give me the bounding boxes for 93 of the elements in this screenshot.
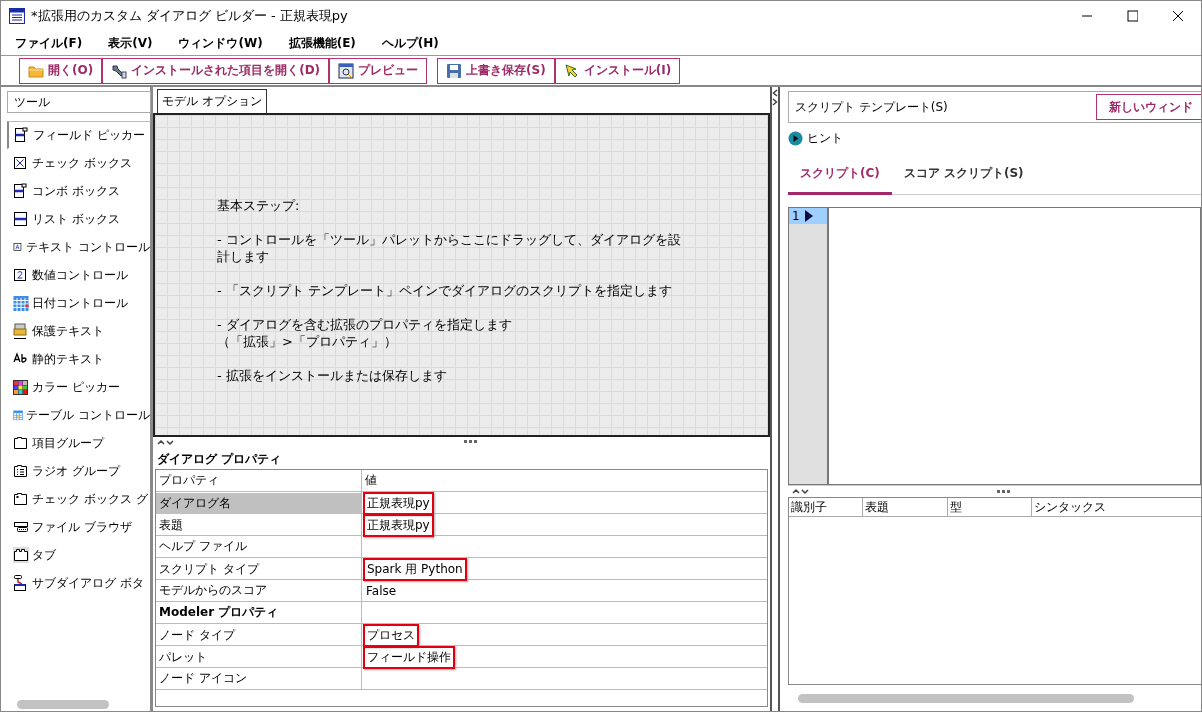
property-value[interactable]: 正規表現py: [363, 514, 434, 537]
property-name[interactable]: ヘルプ ファイル: [156, 536, 361, 557]
collapse-icon[interactable]: [157, 438, 175, 446]
new-window-button[interactable]: 新しいウィンド: [1096, 94, 1201, 120]
instruction-text: 基本ステップ:: [217, 197, 301, 214]
collapse-icon[interactable]: [792, 488, 810, 495]
column-header: 型: [947, 498, 1031, 516]
tab[interactable]: モデル オプション: [157, 89, 267, 113]
column-header: 表題: [862, 498, 947, 516]
calendar-icon: [13, 295, 29, 311]
property-value[interactable]: False: [366, 583, 397, 598]
picker-icon: [13, 183, 29, 199]
collapse-icon[interactable]: [772, 89, 778, 107]
property-name[interactable]: ダイアログ名: [156, 493, 361, 514]
tool-item[interactable]: カラー ピッカー: [7, 373, 151, 401]
property-value[interactable]: Spark 用 Python: [363, 558, 467, 581]
scrollbar-thumb[interactable]: [798, 693, 1134, 703]
toolbar-button[interactable]: インストール(I): [554, 57, 681, 84]
maximize-icon[interactable]: [1126, 10, 1138, 22]
tab-icon: [13, 547, 29, 563]
property-name[interactable]: Modeler プロパティ: [156, 602, 361, 623]
grip-icon[interactable]: [463, 440, 478, 444]
tab[interactable]: スコア スクリプト(S): [891, 154, 1036, 195]
tool-item[interactable]: 数値コントロール: [7, 261, 151, 289]
color-grid-icon: [13, 379, 29, 395]
column-header: 値: [361, 470, 767, 491]
code-editor[interactable]: 1: [788, 207, 1201, 485]
property-value[interactable]: プロセス: [363, 624, 419, 647]
list-icon: [13, 211, 29, 227]
radio-group-icon: [13, 463, 29, 479]
toolbar-button[interactable]: 開く(O): [19, 57, 103, 84]
tool-item[interactable]: 静的テキスト: [7, 345, 151, 373]
search-field[interactable]: ツール: [7, 91, 151, 113]
property-name[interactable]: モデルからのスコア: [156, 580, 361, 601]
panel-title: スクリプト テンプレート(S): [795, 98, 948, 116]
toolbar-button[interactable]: プレビュー: [329, 57, 428, 84]
grip-icon[interactable]: [996, 489, 1011, 494]
tool-item[interactable]: 日付コントロール: [7, 289, 151, 317]
property-name[interactable]: ノード タイプ: [156, 624, 361, 647]
section-title: ダイアログ プロパティ: [156, 451, 283, 468]
column-header: プロパティ: [158, 472, 220, 489]
instruction-text: - 拡張をインストールまたは保存します: [217, 367, 448, 384]
instruction-text: - ダイアログを含む拡張のプロパティを指定します （「拡張」>「プロパティ」）: [217, 316, 513, 350]
tool-item[interactable]: リスト ボックス: [7, 205, 151, 233]
play-icon[interactable]: [788, 130, 803, 146]
menu-item[interactable]: ヘルプ(H): [371, 34, 449, 52]
property-name[interactable]: ノード アイコン: [156, 668, 361, 689]
close-icon[interactable]: [1172, 10, 1184, 22]
menu-item[interactable]: ウィンドウ(W): [168, 34, 273, 52]
tool-item[interactable]: 保護テキスト: [7, 317, 151, 345]
menu-item[interactable]: ファイル(F): [5, 34, 93, 52]
lock-icon: [13, 323, 29, 339]
checkbox-group-icon: [13, 491, 29, 507]
checkbox-icon: [13, 155, 29, 171]
preview-icon: [338, 62, 355, 79]
tool-item[interactable]: ラジオ グループ: [7, 457, 151, 485]
file-browser-icon: [13, 519, 29, 535]
property-value[interactable]: フィールド操作: [363, 646, 455, 669]
property-name[interactable]: スクリプト タイプ: [156, 558, 361, 581]
column-header: シンタックス: [1031, 498, 1201, 516]
property-value[interactable]: 正規表現py: [363, 492, 434, 515]
tab[interactable]: スクリプト(C): [788, 154, 892, 195]
column-header: 識別子: [790, 498, 828, 516]
save-icon: [446, 62, 463, 79]
hint-toggle[interactable]: ヒント: [807, 129, 843, 147]
instruction-text: - コントロールを「ツール」パレットからここにドラッグして、ダイアログを設計します: [217, 231, 682, 265]
tool-item[interactable]: 項目グループ: [7, 429, 151, 457]
subdialog-icon: [13, 575, 29, 591]
menu-item[interactable]: 表示(V): [98, 34, 163, 52]
number-control-icon: [13, 267, 29, 283]
group-icon: [13, 435, 29, 451]
arrow-icon: [804, 210, 813, 222]
tool-item[interactable]: チェック ボックス: [7, 149, 151, 177]
menu-item[interactable]: 拡張機能(E): [278, 34, 366, 52]
wrench-icon: [111, 62, 128, 79]
app-icon: [9, 8, 25, 24]
line-number: 1: [792, 209, 800, 223]
window-title: *拡張用のカスタム ダイアログ ビルダー - 正規表現py: [31, 7, 349, 25]
tool-item[interactable]: タブ: [7, 541, 151, 569]
scrollbar-thumb[interactable]: [17, 699, 109, 709]
toolbar-button[interactable]: 上書き保存(S): [437, 57, 555, 84]
toolbar-button[interactable]: インストールされた項目を開く(D): [102, 57, 330, 84]
tool-item[interactable]: テキスト コントロール: [7, 233, 151, 261]
property-name[interactable]: 表題: [156, 514, 361, 537]
tool-item[interactable]: コンボ ボックス: [7, 177, 151, 205]
tool-item[interactable]: テーブル コントロール: [7, 401, 151, 429]
picker-icon: [14, 127, 30, 143]
property-name[interactable]: パレット: [156, 646, 361, 669]
tool-item[interactable]: サブダイアログ ボタ: [7, 569, 151, 597]
tool-item[interactable]: フィールド ピッカー: [7, 121, 151, 149]
tool-item[interactable]: ファイル ブラウザ: [7, 513, 151, 541]
tool-item[interactable]: チェック ボックス グ: [7, 485, 151, 513]
instruction-text: - 「スクリプト テンプレート」ペインでダイアログのスクリプトを指定します: [217, 282, 673, 299]
